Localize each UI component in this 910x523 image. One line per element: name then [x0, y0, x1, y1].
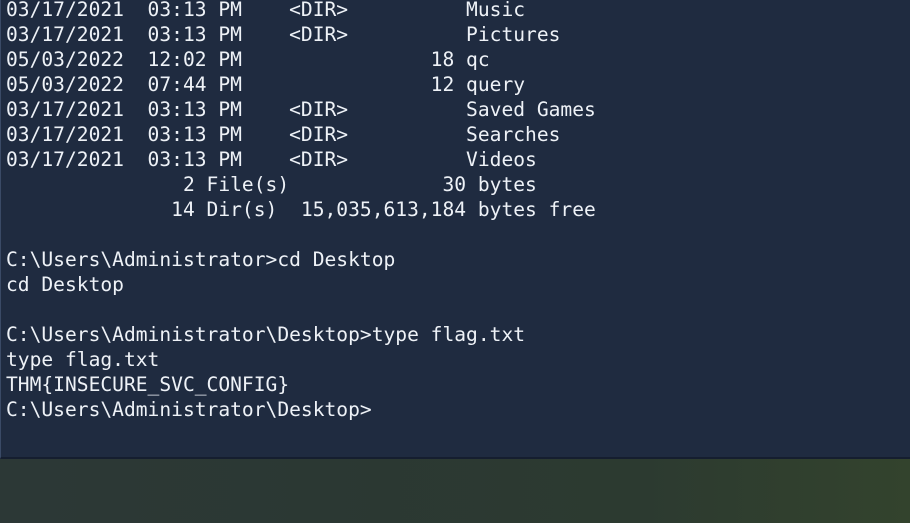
terminal-current-prompt[interactable]: C:\Users\Administrator\Desktop>	[6, 396, 910, 423]
terminal-line-dir-videos: 03/17/2021 03:13 PM <DIR> Videos	[6, 148, 537, 171]
terminal-flag-output: THM{INSECURE_SVC_CONFIG}	[6, 373, 290, 396]
terminal-window[interactable]: 03/17/2021 03:13 PM <DIR> Music 03/17/202…	[0, 0, 910, 459]
terminal-line-dir-saved-games: 03/17/2021 03:13 PM <DIR> Saved Games	[6, 98, 596, 121]
terminal-output[interactable]: 03/17/2021 03:13 PM <DIR> Music 03/17/202…	[1, 0, 910, 423]
terminal-line-dir-searches: 03/17/2021 03:13 PM <DIR> Searches	[6, 123, 561, 146]
terminal-line-dir-pictures: 03/17/2021 03:13 PM <DIR> Pictures	[6, 23, 561, 46]
desktop-background	[0, 459, 910, 523]
terminal-line-file-query: 05/03/2022 07:44 PM 12 query	[6, 73, 526, 96]
terminal-command-cd-desktop: C:\Users\Administrator>cd Desktop	[6, 248, 396, 271]
terminal-line-dir-music: 03/17/2021 03:13 PM <DIR> Music	[6, 0, 526, 21]
terminal-echo-cd-desktop: cd Desktop	[6, 273, 124, 296]
terminal-command-type-flag: C:\Users\Administrator\Desktop>type flag…	[6, 323, 526, 346]
terminal-line-file-qc: 05/03/2022 12:02 PM 18 qc	[6, 48, 490, 71]
terminal-line-file-summary: 2 File(s) 30 bytes	[6, 173, 537, 196]
terminal-line-dir-summary: 14 Dir(s) 15,035,613,184 bytes free	[6, 198, 596, 221]
terminal-echo-type-flag: type flag.txt	[6, 348, 160, 371]
